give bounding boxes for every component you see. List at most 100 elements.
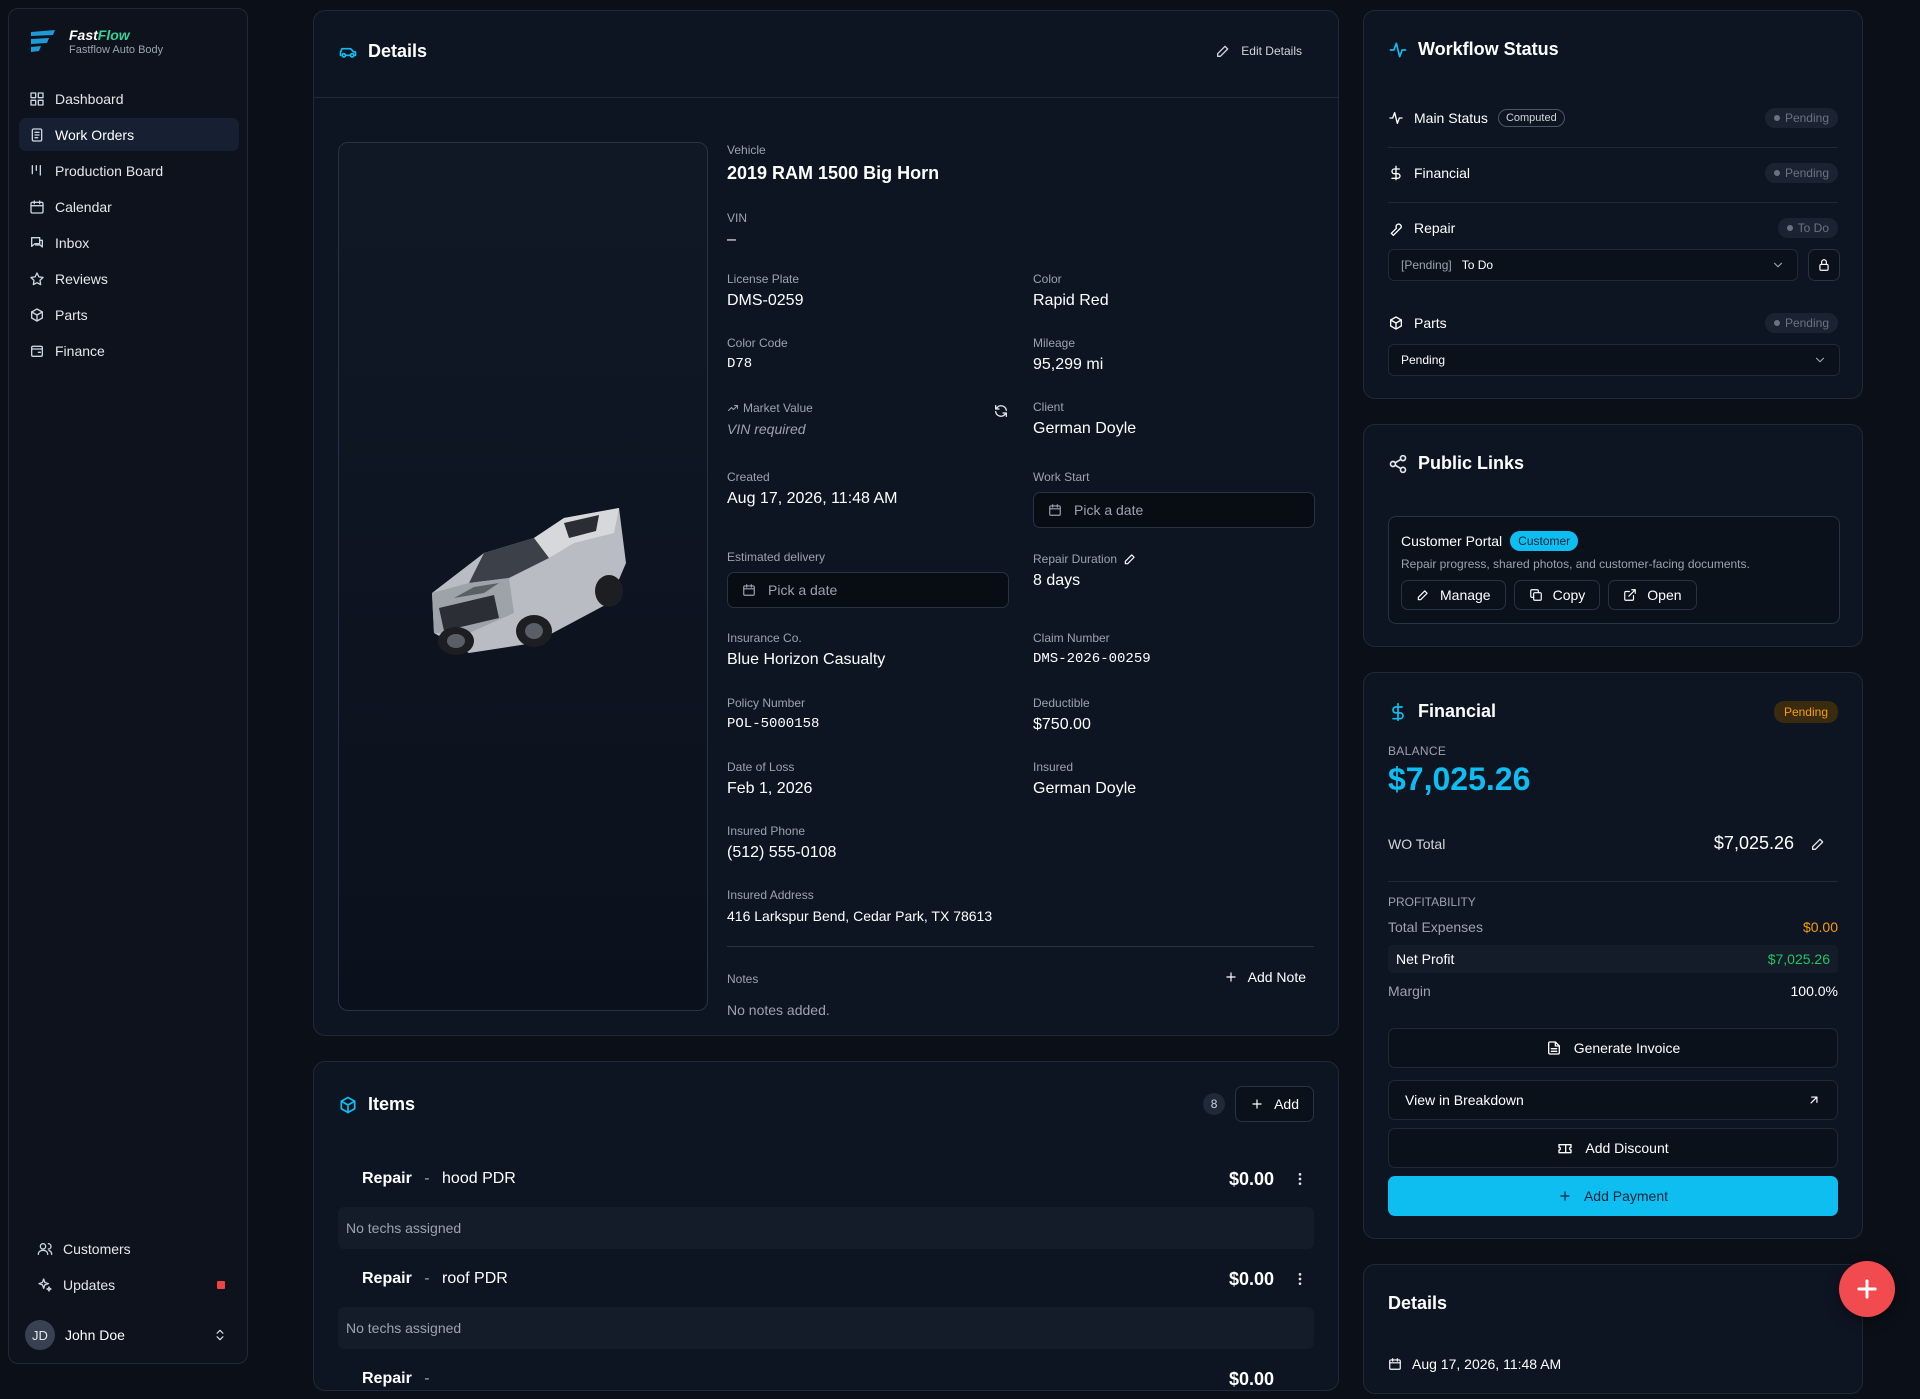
- open-button[interactable]: Open: [1608, 580, 1697, 610]
- field-deductible: Deductible $750.00: [1033, 696, 1091, 734]
- field-mileage: Mileage 95,299 mi: [1033, 336, 1103, 374]
- field-estimated-delivery: Estimated delivery Pick a date: [727, 550, 1009, 608]
- parts-status-label: Parts: [1414, 315, 1447, 331]
- customer-portal-link: Customer Portal Customer Repair progress…: [1388, 516, 1840, 624]
- pencil-icon[interactable]: [1810, 836, 1826, 852]
- item-techs: No techs assigned: [338, 1307, 1314, 1349]
- vehicle-image-panel[interactable]: [338, 142, 708, 1011]
- main-status-label: Main Status: [1414, 110, 1488, 126]
- field-date-of-loss: Date of Loss Feb 1, 2026: [727, 760, 812, 798]
- work-start-picker[interactable]: Pick a date: [1033, 492, 1315, 528]
- nav-item-finance[interactable]: Finance: [19, 334, 239, 367]
- brand-name: FastFlow: [69, 27, 163, 43]
- ins-label: Insurance Co.: [727, 631, 802, 645]
- divider: [1388, 147, 1838, 148]
- main-status-value: Pending: [1784, 111, 1829, 125]
- chevron-down-icon: [1773, 262, 1783, 268]
- nav-item-updates[interactable]: Updates: [27, 1268, 239, 1301]
- view-breakdown-button[interactable]: View in Breakdown: [1388, 1080, 1838, 1120]
- nav-item-calendar[interactable]: Calendar: [19, 190, 239, 223]
- parts-status-pill: Pending: [1764, 313, 1838, 333]
- add-payment-button[interactable]: Add Payment: [1388, 1176, 1838, 1216]
- estimated-delivery-picker[interactable]: Pick a date: [727, 572, 1009, 608]
- edit-details-button[interactable]: Edit Details: [1215, 43, 1302, 59]
- manage-label: Manage: [1440, 587, 1491, 603]
- financial-status-value: Pending: [1784, 166, 1829, 180]
- user-menu[interactable]: JD John Doe: [25, 1319, 235, 1351]
- ins-value: Blue Horizon Casualty: [727, 651, 886, 668]
- margin-value: 100.0%: [1790, 983, 1838, 999]
- customer-badge: Customer: [1510, 531, 1579, 551]
- nav-item-reviews[interactable]: Reviews: [19, 262, 239, 295]
- nav-item-parts[interactable]: Parts: [19, 298, 239, 331]
- duration-value: 8 days: [1033, 572, 1081, 589]
- balance-value: $7,025.26: [1388, 761, 1531, 797]
- workflow-financial: Financial Pending: [1388, 163, 1838, 183]
- pencil-icon: [1417, 590, 1428, 601]
- field-insured-address: Insured Address 416 Larkspur Bend, Cedar…: [727, 888, 992, 924]
- field-insurance: Insurance Co. Blue Horizon Casualty: [727, 631, 885, 669]
- field-insured: Insured German Doyle: [1033, 760, 1136, 798]
- pencil-icon: [1217, 45, 1229, 57]
- car-icon: [339, 47, 357, 58]
- edit-details-label: Edit Details: [1241, 44, 1302, 58]
- add-item-button[interactable]: Add: [1235, 1086, 1314, 1122]
- parts-status-select[interactable]: Pending: [1388, 344, 1840, 376]
- lock-button[interactable]: [1808, 249, 1840, 281]
- deductible-value: $750.00: [1033, 716, 1091, 733]
- add-item-label: Add: [1274, 1096, 1299, 1112]
- parts-status-value: Pending: [1784, 316, 1829, 330]
- market-value: VIN required: [727, 421, 806, 437]
- nav-label: Finance: [55, 342, 105, 359]
- public-links-card: Public Links Customer Portal Customer Re…: [1363, 424, 1863, 647]
- repair-status-value: To Do: [1797, 221, 1829, 235]
- calendar-icon: [743, 584, 755, 596]
- field-market-value: Market Value VIN required: [727, 401, 1009, 437]
- manage-button[interactable]: Manage: [1401, 580, 1506, 610]
- details-summary-title: Details: [1388, 1293, 1448, 1313]
- nav-item-production-board[interactable]: Production Board: [19, 154, 239, 187]
- add-discount-button[interactable]: Add Discount: [1388, 1128, 1838, 1168]
- copy-button[interactable]: Copy: [1513, 580, 1601, 610]
- box-icon: [340, 1096, 356, 1113]
- portal-title: Customer Portal: [1401, 533, 1503, 549]
- field-color-code: Color Code D78: [727, 336, 788, 372]
- pencil-icon[interactable]: [1123, 552, 1137, 566]
- external-link-icon: [1624, 589, 1637, 601]
- profitability-label: PROFITABILITY: [1388, 895, 1476, 909]
- nav-item-customers[interactable]: Customers: [27, 1232, 239, 1265]
- users-icon: [37, 1242, 53, 1255]
- item-price: $0.00: [1228, 1168, 1274, 1189]
- plate-value: DMS-0259: [727, 292, 804, 309]
- board-icon: [31, 164, 41, 176]
- brand[interactable]: FastFlow Fastflow Auto Body: [27, 27, 163, 56]
- more-vertical-icon[interactable]: [1292, 1171, 1308, 1187]
- wo-total-row: WO Total $7,025.26: [1388, 833, 1838, 854]
- more-vertical-icon[interactable]: [1292, 1271, 1308, 1287]
- repair-status-select[interactable]: [Pending] To Do: [1388, 249, 1798, 281]
- list-item[interactable]: Repair - roof PDR $0.00 No techs assigne…: [338, 1259, 1314, 1349]
- items-card: Items 8 Add Repair - hood PDR $0.00 No t…: [313, 1061, 1339, 1391]
- policy-label: Policy Number: [727, 696, 806, 710]
- updates-badge: [217, 1281, 225, 1289]
- notes-divider: [727, 946, 1314, 947]
- item-techs: No techs assigned: [338, 1207, 1314, 1249]
- list-item[interactable]: Repair - $0.00: [338, 1359, 1314, 1399]
- nav-item-dashboard[interactable]: Dashboard: [19, 82, 239, 115]
- financial-status-badge: Pending: [1773, 701, 1838, 723]
- generate-invoice-button[interactable]: Generate Invoice: [1388, 1028, 1838, 1068]
- refresh-icon[interactable]: [993, 403, 1009, 419]
- public-links-title: Public Links: [1418, 453, 1525, 473]
- nav-item-work-orders[interactable]: Work Orders: [19, 118, 239, 151]
- floating-add-button[interactable]: [1839, 1261, 1895, 1317]
- brand-name-a: Fast: [69, 27, 98, 43]
- list-item[interactable]: Repair - hood PDR $0.00 No techs assigne…: [338, 1159, 1314, 1249]
- net-profit-value: $7,025.26: [1767, 951, 1830, 967]
- add-note-button[interactable]: Add Note: [1224, 969, 1306, 985]
- pickup-truck-image: [432, 508, 626, 655]
- ticket-icon: [1558, 1144, 1573, 1154]
- nav-item-inbox[interactable]: Inbox: [19, 226, 239, 259]
- user-name: John Doe: [65, 1327, 125, 1343]
- notes-empty: No notes added.: [727, 1002, 830, 1018]
- item-sep: -: [424, 1370, 430, 1387]
